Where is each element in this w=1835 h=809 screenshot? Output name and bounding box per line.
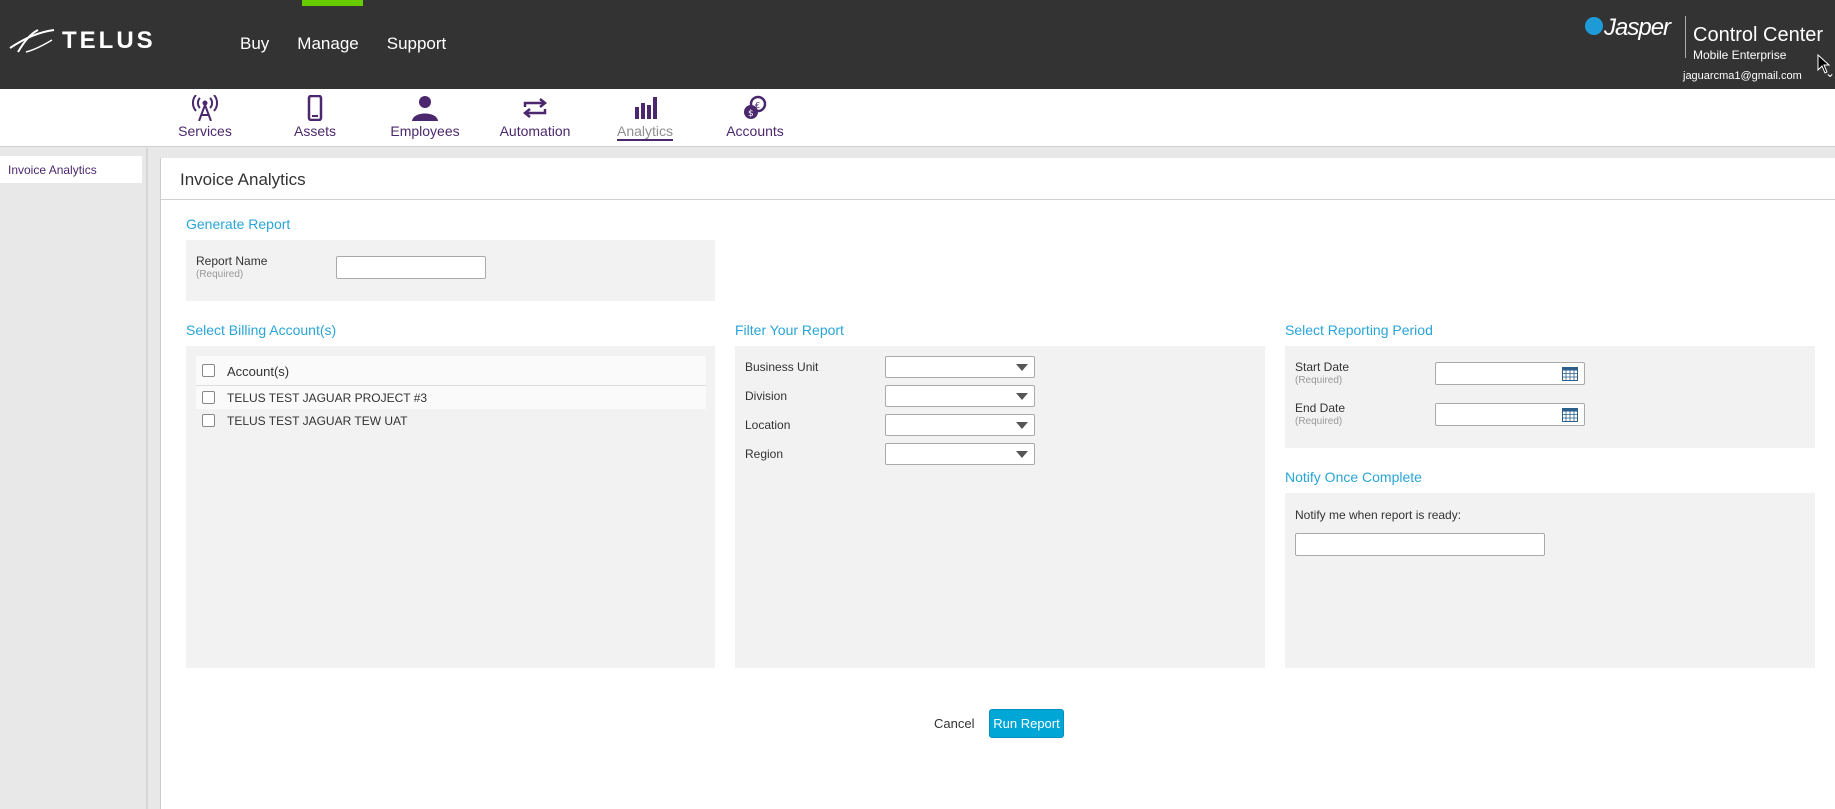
dropdown-arrow-icon	[1016, 364, 1028, 371]
account-checkbox[interactable]	[202, 414, 215, 427]
start-date-input[interactable]	[1435, 362, 1585, 385]
run-report-button[interactable]: Run Report	[989, 709, 1064, 738]
end-date-input[interactable]	[1435, 403, 1585, 426]
billing-accounts-heading: Select Billing Account(s)	[186, 322, 337, 338]
dropdown-arrow-icon	[1016, 451, 1028, 458]
business-unit-label: Business Unit	[745, 360, 819, 374]
account-name: TELUS TEST JAGUAR PROJECT #3	[227, 391, 428, 405]
report-name-required: (Required)	[196, 269, 244, 280]
sidebar: Invoice Analytics	[0, 148, 148, 809]
active-nav-indicator	[302, 0, 363, 6]
module-analytics[interactable]: Analytics	[590, 95, 700, 141]
account-checkbox[interactable]	[202, 391, 215, 404]
top-nav: Buy Manage Support	[240, 34, 474, 54]
brand-block: Jasper Control Center Mobile Enterprise …	[1585, 14, 1835, 84]
jasper-logo: Jasper	[1585, 14, 1671, 42]
module-label: Services	[178, 123, 232, 139]
module-assets[interactable]: Assets	[260, 95, 370, 141]
location-select[interactable]	[885, 414, 1035, 436]
svg-text:€: €	[755, 101, 760, 110]
phone-icon	[307, 95, 323, 121]
end-date-required: (Required)	[1295, 416, 1343, 427]
accounts-table-header: Account(s)	[196, 356, 706, 386]
top-bar: TELUS Buy Manage Support Jasper Control …	[0, 0, 1835, 89]
account-name: TELUS TEST JAGUAR TEW UAT	[227, 414, 408, 428]
brand-divider	[1685, 16, 1686, 58]
table-row[interactable]: TELUS TEST JAGUAR PROJECT #3	[196, 386, 706, 409]
end-date-label: End Date	[1295, 401, 1346, 415]
cancel-button[interactable]: Cancel	[934, 716, 974, 731]
nav-buy[interactable]: Buy	[240, 34, 269, 54]
title-divider	[161, 199, 1835, 200]
coins-icon: $ €	[744, 95, 767, 119]
module-nav: Services Assets Employees Automation Ana…	[0, 89, 1835, 147]
jasper-logo-text: Jasper	[1604, 14, 1671, 41]
product-edition: Mobile Enterprise	[1693, 48, 1787, 62]
select-all-checkbox[interactable]	[202, 364, 215, 377]
business-unit-select[interactable]	[885, 356, 1035, 378]
nav-manage[interactable]: Manage	[297, 34, 358, 54]
telus-logo[interactable]: TELUS	[8, 26, 156, 56]
person-icon	[412, 96, 438, 121]
user-email[interactable]: jaguarcma1@gmail.com	[1683, 70, 1802, 82]
module-label: Accounts	[726, 123, 784, 139]
module-label: Employees	[390, 123, 460, 139]
location-label: Location	[745, 418, 791, 432]
dropdown-arrow-icon	[1016, 393, 1028, 400]
start-date-label: Start Date	[1295, 360, 1350, 374]
module-services[interactable]: Services	[150, 95, 260, 141]
generate-report-heading: Generate Report	[186, 216, 291, 232]
main-content: Invoice Analytics Generate Report Report…	[160, 158, 1835, 809]
notify-email-input[interactable]	[1295, 533, 1545, 556]
svg-text:$: $	[748, 109, 754, 119]
sidebar-item-invoice-analytics[interactable]: Invoice Analytics	[0, 156, 142, 183]
product-name: Control Center	[1693, 24, 1824, 46]
report-name-label: Report Name	[196, 254, 268, 268]
report-name-input[interactable]	[336, 256, 486, 279]
dropdown-arrow-icon	[1016, 422, 1028, 429]
antenna-icon	[192, 95, 218, 121]
region-select[interactable]	[885, 443, 1035, 465]
table-row[interactable]: TELUS TEST JAGUAR TEW UAT	[196, 409, 706, 432]
jasper-dot-icon	[1585, 17, 1603, 35]
module-label: Assets	[293, 123, 336, 139]
notify-panel: Notify me when report is ready:	[1285, 493, 1815, 668]
filter-heading: Filter Your Report	[735, 322, 844, 338]
calendar-icon[interactable]	[1562, 408, 1578, 422]
notify-heading: Notify Once Complete	[1285, 469, 1422, 485]
billing-accounts-panel: Account(s) TELUS TEST JAGUAR PROJECT #3 …	[186, 346, 715, 668]
division-select[interactable]	[885, 385, 1035, 407]
module-label: Automation	[499, 123, 571, 139]
module-employees[interactable]: Employees	[370, 95, 480, 141]
accounts-table: Account(s) TELUS TEST JAGUAR PROJECT #3 …	[196, 356, 706, 432]
filter-panel: Business Unit Division Location Region	[735, 346, 1265, 668]
nav-support[interactable]: Support	[387, 34, 447, 54]
region-label: Region	[745, 447, 784, 461]
calendar-icon[interactable]	[1562, 367, 1578, 381]
module-label: Analytics	[616, 123, 674, 141]
reporting-period-heading: Select Reporting Period	[1285, 322, 1433, 338]
reporting-period-panel: Start Date (Required) End Date (Required…	[1285, 346, 1815, 448]
telus-logo-mark-icon	[9, 29, 55, 53]
accounts-column-header: Account(s)	[227, 364, 290, 379]
module-accounts[interactable]: $ € Accounts	[700, 95, 810, 141]
start-date-required: (Required)	[1295, 375, 1343, 386]
bar-chart-icon	[635, 97, 657, 119]
generate-report-panel: Report Name (Required)	[186, 240, 715, 301]
telus-logo-text: TELUS	[62, 27, 156, 54]
page-title: Invoice Analytics	[180, 170, 306, 189]
division-label: Division	[745, 389, 788, 403]
loop-arrows-icon	[522, 98, 548, 118]
mouse-cursor-icon	[1817, 54, 1831, 74]
notify-label: Notify me when report is ready:	[1295, 508, 1462, 522]
module-automation[interactable]: Automation	[480, 95, 590, 141]
